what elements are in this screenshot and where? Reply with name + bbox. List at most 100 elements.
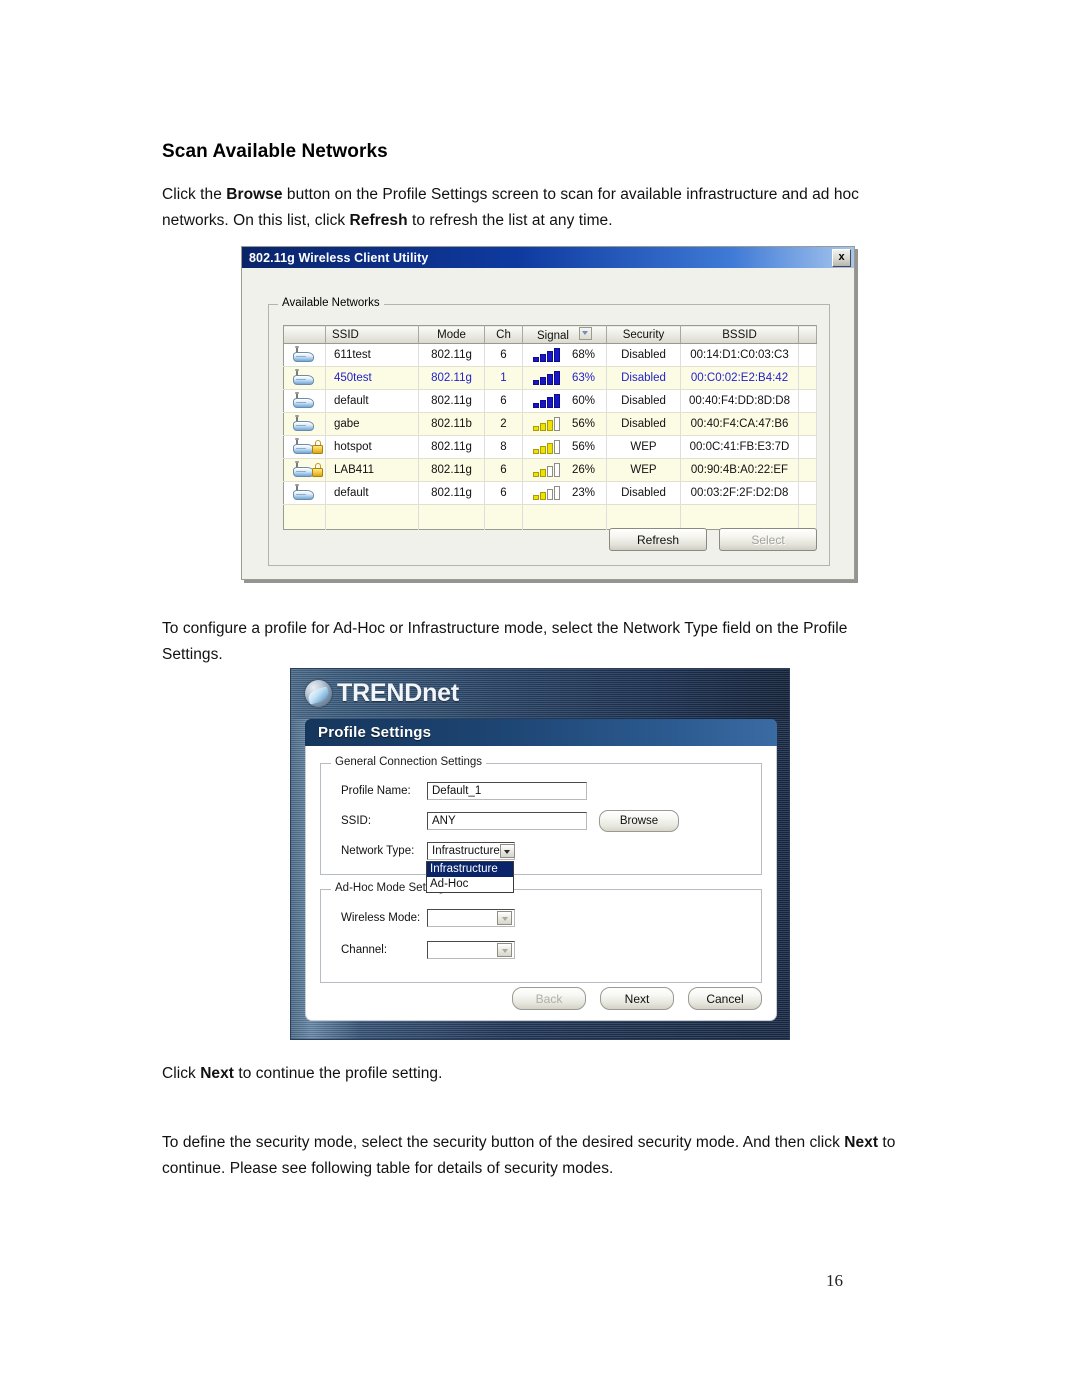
cell-ssid: hotspot <box>325 435 419 459</box>
signal-bar <box>540 400 546 408</box>
chevron-down-icon[interactable] <box>497 911 512 925</box>
table-empty-row <box>283 504 817 530</box>
column-header-mode[interactable]: Mode <box>418 325 485 344</box>
cell-channel: 6 <box>484 343 523 367</box>
network-type-row: Network Type: Infrastructure <box>341 841 515 861</box>
signal-percent: 63% <box>572 372 596 384</box>
refresh-button[interactable]: Refresh <box>609 528 707 551</box>
cell-security: WEP <box>606 435 681 459</box>
cell-empty <box>325 504 419 530</box>
profile-name-input[interactable]: Default_1 <box>427 782 587 800</box>
signal-strength-icon <box>533 394 566 408</box>
signal-bar <box>554 371 560 385</box>
signal-strength-icon <box>533 440 566 454</box>
para3-pre: Click <box>162 1065 201 1082</box>
signal-bar <box>547 420 553 431</box>
cell-signal: 23% <box>522 481 607 505</box>
browse-keyword: Browse <box>226 186 283 203</box>
sort-descending-icon[interactable] <box>578 327 592 340</box>
cell-security: Disabled <box>606 389 681 413</box>
signal-bar <box>554 463 560 477</box>
cell-mode: 802.11g <box>418 481 485 505</box>
network-type-dropdown-list[interactable]: Infrastructure Ad-Hoc <box>426 861 514 893</box>
cell-security: WEP <box>606 458 681 482</box>
table-row[interactable]: 450test 802.11g 1 63% Disabled 00:C0:02:E2:B4… <box>283 366 817 390</box>
column-header-signal-label: Signal <box>537 330 569 342</box>
signal-strength-icon <box>533 463 566 477</box>
available-networks-legend: Available Networks <box>278 297 384 309</box>
access-point-icon <box>292 415 314 432</box>
signal-bar <box>533 495 539 500</box>
cell-filler <box>798 481 817 505</box>
signal-bar <box>533 380 539 385</box>
row-icons <box>283 435 326 459</box>
next-keyword-2: Next <box>844 1134 879 1151</box>
table-row[interactable]: default 802.11g 6 23% Disabled 00:03:2F:2F:D2… <box>283 481 817 505</box>
signal-strength-icon <box>533 371 566 385</box>
select-button[interactable]: Select <box>719 528 817 551</box>
column-header-ssid[interactable]: SSID <box>325 325 419 344</box>
general-connection-settings-group: General Connection Settings Profile Name… <box>320 756 762 875</box>
dropdown-option-ad-hoc[interactable]: Ad-Hoc <box>427 877 513 892</box>
para3-post: to continue the profile setting. <box>233 1065 443 1082</box>
page-number: 16 <box>826 1271 843 1290</box>
cell-filler <box>798 412 817 436</box>
cell-bssid: 00:14:D1:C0:03:C3 <box>680 343 799 367</box>
network-type-combobox[interactable]: Infrastructure <box>427 842 515 860</box>
signal-bar <box>540 354 546 362</box>
row-icons <box>283 412 326 436</box>
table-row[interactable]: hotspot 802.11g 8 56% WEP 00:0C:41:FB:E3:7D <box>283 435 817 459</box>
available-networks-group: Available Networks SSID Mode Ch Signal S… <box>268 297 830 566</box>
cell-ssid: 450test <box>325 366 419 390</box>
intro-paragraph: Click the Browse button on the Profile S… <box>162 182 914 234</box>
channel-combobox[interactable] <box>427 941 515 959</box>
channel-row: Channel: <box>341 940 515 960</box>
column-header-ch[interactable]: Ch <box>484 325 523 344</box>
wizard-button-bar: Back Next Cancel <box>306 987 762 1010</box>
page-title: Scan Available Networks <box>162 141 388 162</box>
table-row[interactable]: default 802.11g 6 60% Disabled 00:40:F4:DD:8D… <box>283 389 817 413</box>
next-button[interactable]: Next <box>600 987 674 1010</box>
close-icon[interactable]: x <box>832 248 851 267</box>
cell-signal: 56% <box>522 435 607 459</box>
back-button[interactable]: Back <box>512 987 586 1010</box>
cell-ssid: default <box>325 481 419 505</box>
para1-post: to refresh the list at any time. <box>407 212 613 229</box>
chevron-down-icon[interactable] <box>499 844 515 858</box>
signal-bar <box>547 466 553 477</box>
wireless-mode-combobox[interactable] <box>427 909 515 927</box>
cancel-button[interactable]: Cancel <box>688 987 762 1010</box>
cell-signal: 26% <box>522 458 607 482</box>
adhoc-mode-settings-group: Ad-Hoc Mode Settings Wireless Mode: Chan… <box>320 882 762 983</box>
table-row[interactable]: 611test 802.11g 6 68% Disabled 00:14:D1:C0:03… <box>283 343 817 367</box>
signal-bar <box>554 348 560 362</box>
column-header-bssid[interactable]: BSSID <box>680 325 799 344</box>
profile-settings-tab-label: Profile Settings <box>318 724 432 741</box>
wireless-client-utility-window: 802.11g Wireless Client Utility x Availa… <box>241 246 855 580</box>
signal-bar <box>540 469 546 477</box>
signal-bar <box>533 403 539 408</box>
network-type-label: Network Type: <box>341 845 415 857</box>
cell-mode: 802.11g <box>418 435 485 459</box>
cell-empty <box>798 504 817 530</box>
table-row[interactable]: LAB411 802.11g 6 26% WEP 00:90:4B:A0:22:EF <box>283 458 817 482</box>
cell-filler <box>798 389 817 413</box>
profile-name-row: Profile Name: Default_1 <box>341 781 587 801</box>
signal-bar <box>540 492 546 500</box>
column-header-security[interactable]: Security <box>606 325 681 344</box>
cell-filler <box>798 435 817 459</box>
table-row[interactable]: gabe 802.11b 2 56% Disabled 00:40:F4:CA:47:B6 <box>283 412 817 436</box>
profile-settings-panel: General Connection Settings Profile Name… <box>305 746 777 1021</box>
signal-bar <box>554 417 560 431</box>
cell-ssid: 611test <box>325 343 419 367</box>
column-header-icon[interactable] <box>283 325 326 344</box>
network-type-paragraph: To configure a profile for Ad-Hoc or Inf… <box>162 620 848 663</box>
chevron-down-icon[interactable] <box>497 943 512 957</box>
access-point-icon <box>292 392 314 409</box>
cell-channel: 1 <box>484 366 523 390</box>
signal-bar <box>533 426 539 431</box>
browse-button[interactable]: Browse <box>599 810 679 832</box>
dropdown-option-infrastructure[interactable]: Infrastructure <box>427 862 513 877</box>
column-header-signal[interactable]: Signal <box>522 325 607 344</box>
ssid-input[interactable]: ANY <box>427 812 587 830</box>
